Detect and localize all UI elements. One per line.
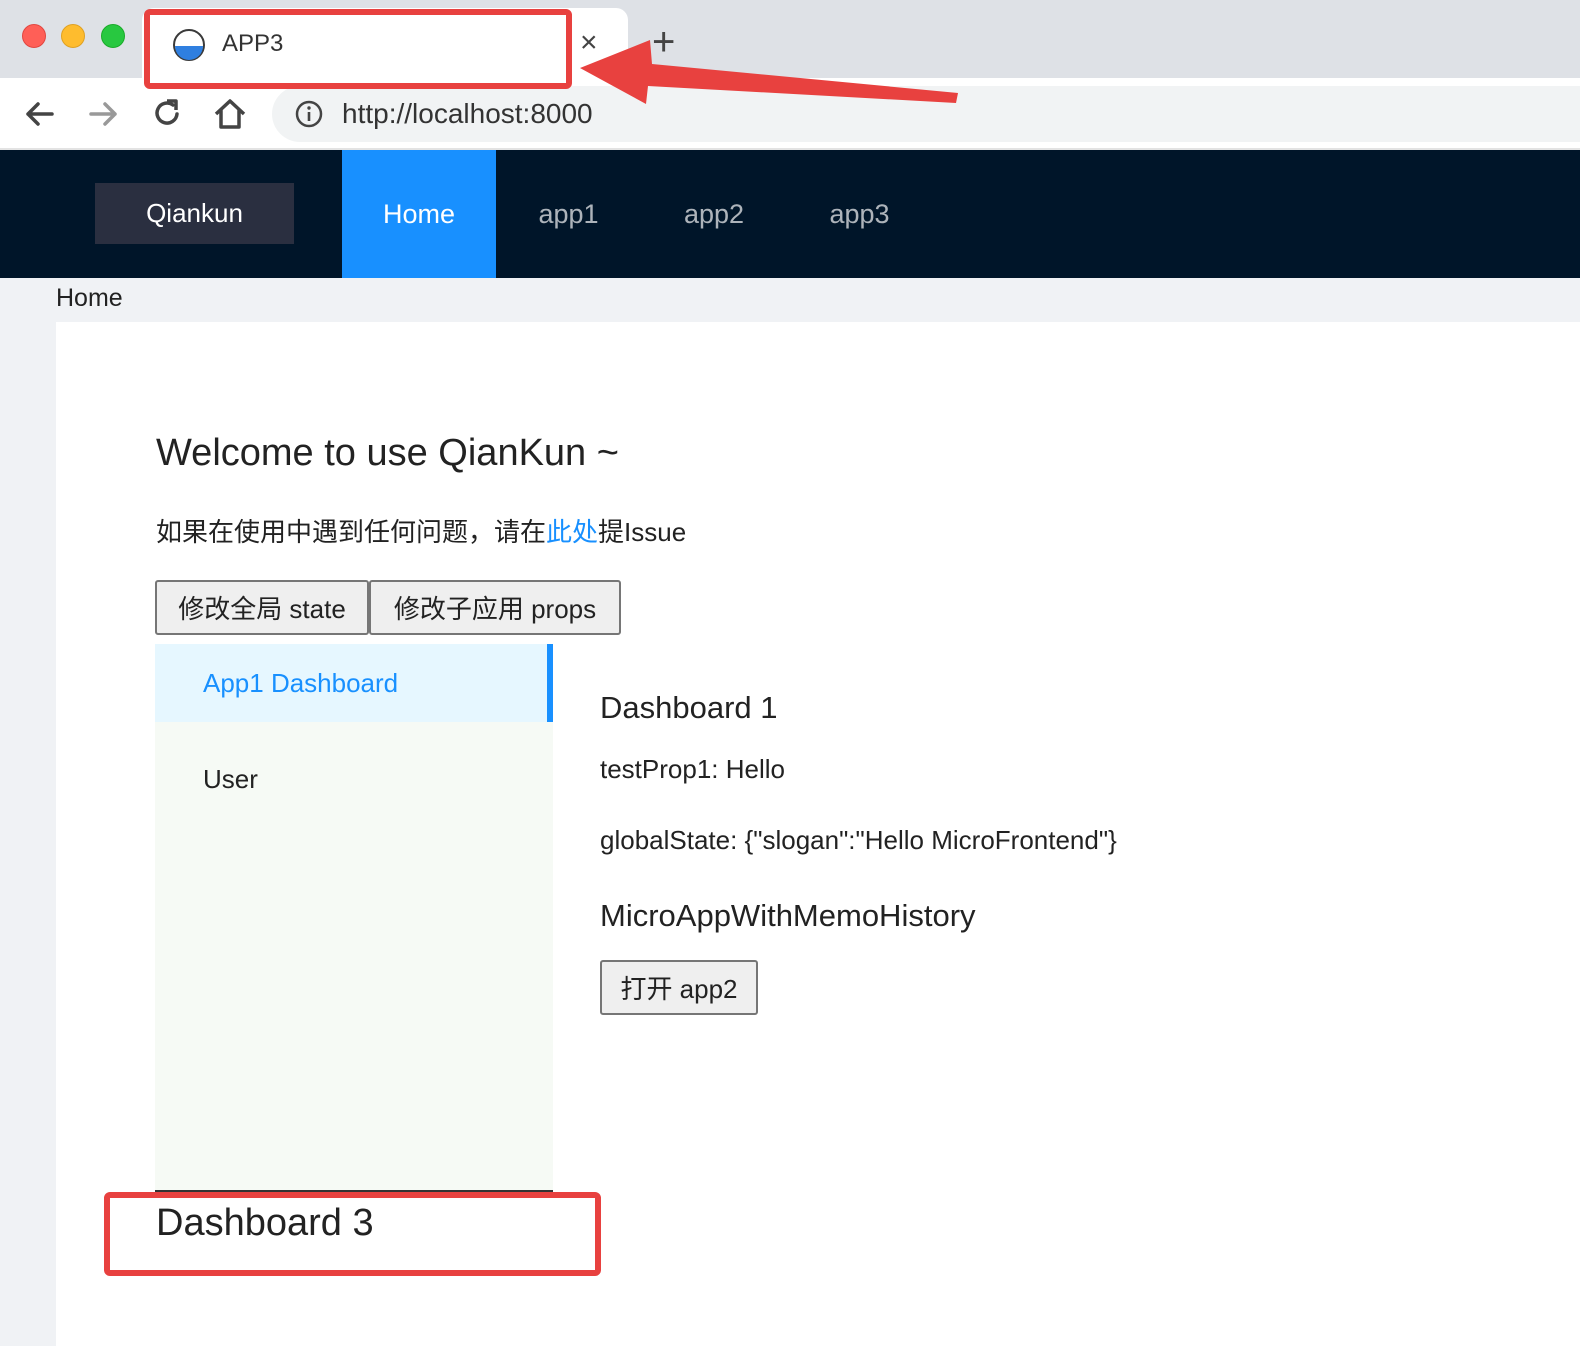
issue-notice: 如果在使用中遇到任何问题，请在此处提Issue [156, 512, 686, 549]
nav-item-home[interactable]: Home [342, 150, 496, 278]
annotation-arrow [580, 40, 958, 104]
nav-item-app1[interactable]: app1 [496, 150, 641, 278]
dashboard-title: Dashboard 1 [600, 690, 778, 725]
test-prop-text: testProp1: Hello [600, 754, 785, 784]
breadcrumb: Home [56, 284, 123, 312]
annotation-dashboard3-highlight [104, 1192, 601, 1276]
menu-item-user[interactable]: User [155, 740, 553, 818]
notice-text: 如果在使用中遇到任何问题，请在 [156, 517, 547, 547]
global-state-text: globalState: {"slogan":"Hello MicroFront… [600, 825, 1117, 855]
nav-item-app2[interactable]: app2 [641, 150, 787, 278]
notice-suffix: 提Issue [598, 517, 687, 547]
issue-link[interactable]: 此处 [546, 517, 598, 547]
app-header: Qiankun Home app1 app2 app3 [0, 150, 1580, 278]
logo: Qiankun [95, 183, 294, 244]
nav-item-app3[interactable]: app3 [787, 150, 932, 278]
change-props-button[interactable]: 修改子应用 props [369, 580, 621, 635]
page-title: Welcome to use QianKun ~ [156, 432, 619, 474]
app1-side-menu: App1 Dashboard User [155, 644, 553, 1192]
change-global-state-button[interactable]: 修改全局 state [155, 580, 369, 635]
open-app2-button[interactable]: 打开 app2 [600, 960, 758, 1015]
micro-app-title: MicroAppWithMemoHistory [600, 898, 976, 933]
menu-item-app1-dashboard[interactable]: App1 Dashboard [155, 644, 553, 722]
